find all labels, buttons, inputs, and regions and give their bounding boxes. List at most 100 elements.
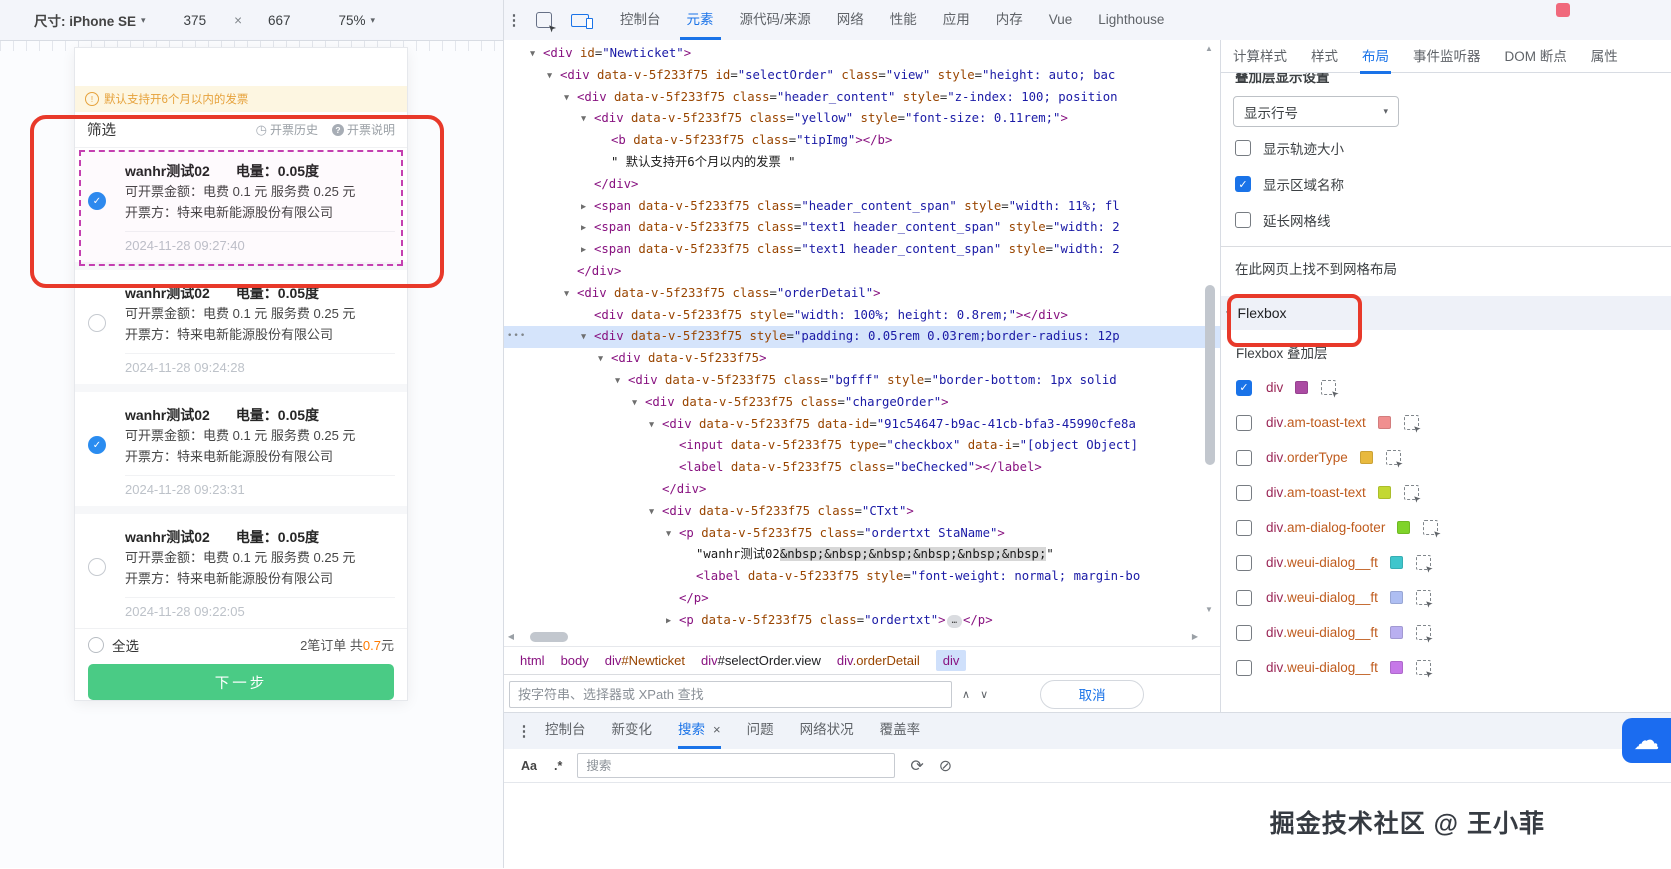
inspect-element-icon[interactable]: ➤ — [1404, 415, 1419, 430]
inspect-element-icon[interactable]: ➤ — [1321, 380, 1336, 395]
dom-tree-node[interactable]: " 默认支持开6个月以内的发票 " — [504, 152, 1220, 174]
twisty-icon[interactable]: ▶ — [581, 218, 594, 240]
inspect-element-icon[interactable]: ➤ — [1386, 450, 1401, 465]
devtools-tab-Vue[interactable]: Vue — [1042, 0, 1080, 40]
dom-search-input[interactable] — [509, 681, 952, 708]
inspect-element-icon[interactable]: ➤ — [1423, 520, 1438, 535]
dom-tree-node[interactable]: <label data-v-5f233f75 class="beChecked"… — [504, 457, 1220, 479]
twisty-icon[interactable]: ▼ — [649, 502, 662, 524]
flexbox-section-header[interactable]: ▾ Flexbox — [1221, 296, 1671, 330]
order-card[interactable]: wanhr测试02电量：0.05度可开票金额：电费 0.1 元 服务费 0.25… — [75, 270, 407, 384]
dom-tree-node[interactable]: ▼<div data-v-5f233f75 class="orderDetail… — [504, 283, 1220, 305]
find-next-icon[interactable]: ∨ — [980, 688, 988, 701]
order-checkbox[interactable] — [88, 314, 106, 332]
drawer-tab-网络状况[interactable]: 网络状况 — [800, 713, 854, 749]
search-cancel-button[interactable]: 取消 — [1040, 680, 1144, 709]
devtools-tab-应用[interactable]: 应用 — [936, 0, 977, 40]
flexbox-overlay-row[interactable]: div.orderType➤ — [1236, 440, 1666, 475]
checkbox[interactable]: ✓ — [1235, 176, 1251, 192]
drawer-search-input[interactable] — [577, 753, 895, 778]
devtools-tab-Lighthouse[interactable]: Lighthouse — [1091, 0, 1171, 40]
select-all-control[interactable]: 全选 — [88, 635, 139, 655]
overlay-option-row[interactable]: 延长网格线 — [1235, 208, 1344, 232]
dom-tree-node[interactable]: ▶<span data-v-5f233f75 class="text1 head… — [504, 217, 1220, 239]
vertical-scroll-thumb[interactable] — [1205, 285, 1215, 465]
flexbox-overlay-checkbox[interactable] — [1236, 625, 1252, 641]
refresh-icon[interactable]: ⟳ — [910, 756, 923, 776]
horizontal-scroll-thumb[interactable] — [530, 632, 568, 642]
flexbox-overlay-row[interactable]: div.weui-dialog__ft➤ — [1236, 615, 1666, 650]
flexbox-overlay-row[interactable]: div.am-toast-text➤ — [1236, 405, 1666, 440]
twisty-icon[interactable]: ▼ — [547, 66, 560, 88]
flexbox-overlay-row[interactable]: div.weui-dialog__ft➤ — [1236, 545, 1666, 580]
close-icon[interactable]: × — [713, 712, 721, 747]
dom-tree-node[interactable]: <input data-v-5f233f75 type="checkbox" d… — [504, 435, 1220, 457]
inspect-element-icon[interactable]: ➤ — [1416, 660, 1431, 675]
find-previous-icon[interactable]: ∧ — [962, 688, 970, 701]
dom-tree-node[interactable]: </p> — [504, 588, 1220, 610]
more-options-icon[interactable]: ⋮ — [506, 11, 522, 29]
flexbox-overlay-row[interactable]: div.weui-dialog__ft➤ — [1236, 650, 1666, 685]
device-size-select[interactable]: 尺寸: iPhone SE — [34, 10, 136, 30]
breadcrumb-item[interactable]: div#Newticket — [605, 653, 685, 668]
twisty-icon[interactable]: ▼ — [581, 109, 594, 131]
scroll-left-icon[interactable]: ◀ — [504, 632, 518, 641]
dom-tree-node[interactable]: <div data-v-5f233f75 style="width: 100%;… — [504, 305, 1220, 327]
breadcrumb-item[interactable]: body — [561, 653, 589, 668]
order-card[interactable]: ✓wanhr测试02电量：0.05度可开票金额：电费 0.1 元 服务费 0.2… — [75, 392, 407, 506]
device-height-field[interactable]: 667 — [268, 13, 291, 28]
match-case-toggle[interactable]: Aa — [521, 759, 537, 773]
twisty-icon[interactable]: ▶ — [581, 240, 594, 262]
dom-tree-node[interactable]: </div> — [504, 174, 1220, 196]
twisty-icon[interactable]: ▼ — [530, 44, 543, 66]
devtools-tab-网络[interactable]: 网络 — [830, 0, 871, 40]
dom-tree-node[interactable]: ▶<span data-v-5f233f75 class="header_con… — [504, 196, 1220, 218]
sidebar-tab-样式[interactable]: 样式 — [1309, 40, 1340, 74]
order-card[interactable]: ✓wanhr测试02电量：0.05度可开票金额：电费 0.1 元 服务费 0.2… — [75, 148, 407, 262]
twisty-icon[interactable]: ▼ — [564, 284, 577, 306]
flexbox-overlay-checkbox[interactable] — [1236, 450, 1252, 466]
twisty-icon[interactable]: ▼ — [632, 393, 645, 415]
devtools-tab-性能[interactable]: 性能 — [883, 0, 924, 40]
dom-tree-node[interactable]: ▶<p data-v-5f233f75 class="ordertxt">…</… — [504, 610, 1220, 629]
breadcrumb-item[interactable]: div#selectOrder.view — [701, 653, 821, 668]
dom-tree-node[interactable]: ▼<div data-v-5f233f75 class="chargeOrder… — [504, 392, 1220, 414]
select-all-radio[interactable] — [88, 637, 104, 653]
scroll-up-icon[interactable]: ▲ — [1205, 44, 1213, 53]
twisty-icon[interactable]: ▼ — [598, 349, 611, 371]
inspect-element-icon[interactable]: ➤ — [1416, 555, 1431, 570]
sidebar-tab-DOM 断点[interactable]: DOM 断点 — [1503, 40, 1569, 74]
inspect-element-icon[interactable]: ➤ — [536, 12, 552, 28]
scroll-down-icon[interactable]: ▼ — [1205, 605, 1213, 614]
flexbox-overlay-checkbox[interactable] — [1236, 590, 1252, 606]
dom-tree-node[interactable]: "wanhr测试02&nbsp;&nbsp;&nbsp;&nbsp;&nbsp;… — [504, 544, 1220, 566]
flexbox-overlay-checkbox[interactable] — [1236, 415, 1252, 431]
horizontal-scrollbar[interactable]: ◀ ▶ — [504, 628, 1202, 645]
invoice-help-link[interactable]: ? 开票说明 — [332, 121, 395, 138]
twisty-icon[interactable]: ▼ — [564, 88, 577, 110]
breadcrumb-item[interactable]: html — [520, 653, 545, 668]
show-line-numbers-select[interactable]: 显示行号 ▾ — [1233, 96, 1399, 127]
dom-tree-node[interactable]: ▼<div data-v-5f233f75 style="padding: 0.… — [504, 326, 1220, 348]
dom-tree-node[interactable]: ▼<div data-v-5f233f75 class="yellow" sty… — [504, 108, 1220, 130]
twisty-icon[interactable]: ▼ — [615, 371, 628, 393]
breadcrumb-item[interactable]: div — [936, 650, 967, 671]
dom-tree-node[interactable]: </div> — [504, 479, 1220, 501]
scroll-right-icon[interactable]: ▶ — [1188, 632, 1202, 641]
invoice-history-link[interactable]: ◷ 开票历史 — [256, 121, 318, 138]
drawer-tab-控制台[interactable]: 控制台 — [545, 713, 586, 749]
next-step-button[interactable]: 下一步 — [88, 664, 394, 700]
dom-tree-node[interactable]: </div> — [504, 261, 1220, 283]
inspect-element-icon[interactable]: ➤ — [1416, 590, 1431, 605]
flexbox-overlay-row[interactable]: div.am-toast-text➤ — [1236, 475, 1666, 510]
dom-tree-node[interactable]: ▼<div data-v-5f233f75 class="header_cont… — [504, 87, 1220, 109]
overlay-option-row[interactable]: ✓显示区域名称 — [1235, 172, 1344, 196]
drawer-tab-新变化[interactable]: 新变化 — [612, 713, 653, 749]
sidebar-tab-计算样式[interactable]: 计算样式 — [1231, 40, 1289, 74]
dom-tree-node[interactable]: <label data-v-5f233f75 style="font-weigh… — [504, 566, 1220, 588]
checkbox[interactable] — [1235, 212, 1251, 228]
device-toolbar-toggle-icon[interactable] — [571, 14, 589, 27]
sidebar-tab-事件监听器[interactable]: 事件监听器 — [1411, 40, 1483, 74]
device-zoom-select[interactable]: 75% — [339, 13, 366, 28]
breadcrumb-item[interactable]: div.orderDetail — [837, 653, 920, 668]
